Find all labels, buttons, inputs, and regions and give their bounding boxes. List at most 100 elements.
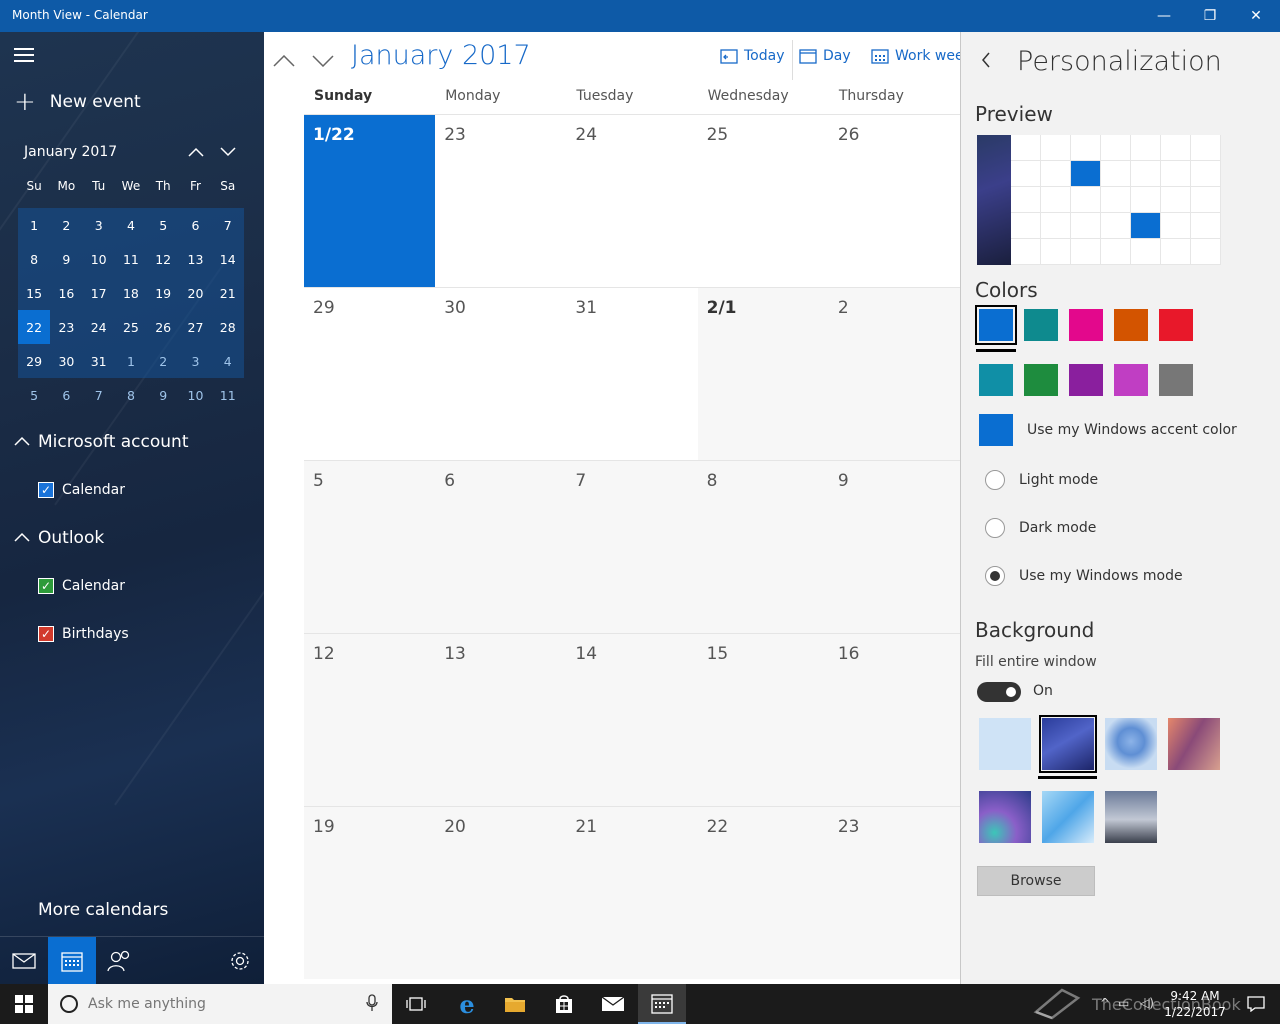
browse-button[interactable]: Browse: [977, 866, 1095, 896]
store-button[interactable]: [540, 984, 588, 1024]
background-thumb-lake[interactable]: [1105, 791, 1157, 843]
more-calendars-link[interactable]: More calendars: [38, 900, 168, 920]
mini-day[interactable]: 3: [82, 208, 115, 242]
background-thumb-star-trails[interactable]: [1039, 715, 1097, 773]
close-button[interactable]: ✕: [1233, 0, 1279, 32]
chevron-up-tray-icon[interactable]: ^: [1100, 996, 1110, 1010]
windows-mode-radio[interactable]: Use my Windows mode: [985, 566, 1183, 586]
mini-day[interactable]: 20: [179, 276, 212, 310]
mini-day[interactable]: 9: [147, 378, 179, 412]
day-cell[interactable]: 9: [828, 461, 960, 633]
mini-day[interactable]: 23: [50, 310, 83, 344]
calendar-toggle-birthdays[interactable]: ✓ Birthdays: [38, 626, 129, 642]
day-view-button[interactable]: Day: [799, 48, 851, 64]
day-cell-selected[interactable]: 1/22: [304, 115, 436, 287]
dark-mode-radio[interactable]: Dark mode: [985, 518, 1096, 538]
mini-day[interactable]: 12: [147, 242, 180, 276]
action-center-button[interactable]: [1232, 984, 1280, 1024]
mini-day[interactable]: 15: [18, 276, 51, 310]
mini-day[interactable]: 18: [114, 276, 148, 310]
calendar-app-button[interactable]: [48, 937, 96, 984]
mini-day[interactable]: 5: [147, 208, 180, 242]
day-cell[interactable]: 2/1: [697, 288, 829, 460]
day-cell[interactable]: 6: [435, 461, 567, 633]
mini-day[interactable]: 8: [115, 378, 147, 412]
day-cell[interactable]: 24: [566, 115, 697, 287]
cortana-search-box[interactable]: [48, 984, 392, 1024]
day-cell[interactable]: 13: [435, 634, 567, 806]
mini-day[interactable]: 1: [114, 344, 148, 378]
day-cell[interactable]: 25: [698, 115, 829, 287]
mini-day[interactable]: 1: [18, 208, 51, 242]
network-icon[interactable]: ▭: [1118, 996, 1129, 1010]
day-cell[interactable]: 30: [435, 288, 566, 460]
mini-day[interactable]: 16: [50, 276, 83, 310]
color-swatch[interactable]: [1159, 364, 1193, 396]
mini-prev-month-button[interactable]: [184, 140, 208, 164]
mini-day[interactable]: 7: [83, 378, 115, 412]
day-cell[interactable]: 21: [566, 807, 698, 979]
mini-day[interactable]: 6: [179, 208, 212, 242]
mini-day[interactable]: 4: [211, 344, 244, 378]
mini-day[interactable]: 10: [82, 242, 115, 276]
use-accent-color-option[interactable]: Use my Windows accent color: [979, 414, 1237, 446]
hamburger-menu-icon[interactable]: [14, 48, 34, 62]
day-cell[interactable]: 26: [829, 115, 960, 287]
mail-app-button[interactable]: [0, 937, 48, 984]
background-thumb-polygons[interactable]: [1042, 791, 1094, 843]
account-outlook-toggle[interactable]: Outlook: [14, 528, 104, 548]
day-cell[interactable]: 7: [566, 461, 698, 633]
previous-month-button[interactable]: [269, 46, 299, 76]
mini-day[interactable]: 11: [114, 242, 148, 276]
system-clock[interactable]: 9:42 AM 1/22/2017: [1160, 988, 1230, 1020]
mini-day[interactable]: 14: [211, 242, 244, 276]
volume-icon[interactable]: ◁): [1140, 996, 1154, 1010]
day-cell[interactable]: 8: [697, 461, 829, 633]
account-microsoft-toggle[interactable]: Microsoft account: [14, 432, 189, 452]
day-cell[interactable]: 12: [304, 634, 436, 806]
mini-day[interactable]: 4: [114, 208, 148, 242]
mini-day[interactable]: 2: [147, 344, 180, 378]
day-cell[interactable]: 14: [566, 634, 698, 806]
color-swatch[interactable]: [1114, 364, 1148, 396]
day-cell[interactable]: 5: [304, 461, 436, 633]
mini-day[interactable]: 13: [179, 242, 212, 276]
mail-taskbar-button[interactable]: [589, 984, 637, 1024]
background-thumb-plain[interactable]: [979, 718, 1031, 770]
calendar-taskbar-button[interactable]: [638, 984, 686, 1024]
mini-day[interactable]: 29: [18, 344, 51, 378]
day-cell[interactable]: 23: [435, 115, 566, 287]
mini-day[interactable]: 27: [179, 310, 212, 344]
background-thumb-tree[interactable]: [1105, 718, 1157, 770]
color-swatch[interactable]: [1069, 364, 1103, 396]
month-title[interactable]: January 2017: [351, 40, 531, 71]
day-cell[interactable]: 20: [435, 807, 567, 979]
mini-day[interactable]: 31: [82, 344, 115, 378]
color-swatch-selected[interactable]: [975, 305, 1017, 345]
day-cell[interactable]: 19: [304, 807, 436, 979]
task-view-button[interactable]: [392, 984, 440, 1024]
new-event-button[interactable]: + New event: [14, 89, 141, 115]
color-swatch[interactable]: [1069, 309, 1103, 341]
mini-day[interactable]: 24: [82, 310, 115, 344]
day-cell[interactable]: 23: [828, 807, 960, 979]
edge-browser-button[interactable]: e: [443, 984, 491, 1024]
mini-day[interactable]: 7: [211, 208, 244, 242]
background-thumb-canyon[interactable]: [1168, 718, 1220, 770]
mini-day[interactable]: 10: [179, 378, 211, 412]
people-app-button[interactable]: [96, 937, 144, 984]
calendar-toggle-microsoft-calendar[interactable]: ✓ Calendar: [38, 482, 125, 498]
back-button[interactable]: [981, 52, 991, 73]
color-swatch[interactable]: [1114, 309, 1148, 341]
mini-day[interactable]: 9: [50, 242, 83, 276]
mini-next-month-button[interactable]: [216, 140, 240, 164]
color-swatch[interactable]: [1024, 309, 1058, 341]
day-cell[interactable]: 29: [304, 288, 435, 460]
calendar-toggle-outlook-calendar[interactable]: ✓ Calendar: [38, 578, 125, 594]
mini-day[interactable]: 25: [114, 310, 148, 344]
mini-day[interactable]: 21: [211, 276, 244, 310]
maximize-button[interactable]: ❐: [1187, 0, 1233, 32]
settings-button[interactable]: [216, 937, 264, 984]
file-explorer-button[interactable]: [491, 984, 539, 1024]
day-cell[interactable]: 15: [697, 634, 829, 806]
